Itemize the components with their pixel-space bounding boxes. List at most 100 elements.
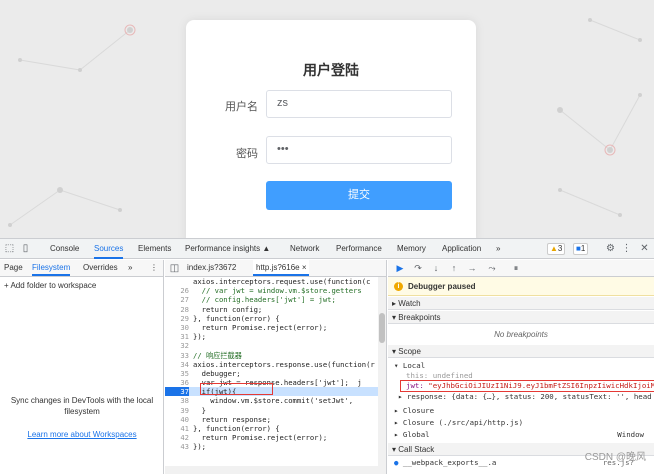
navigator-menu-icon[interactable]: ⋮ [150, 260, 158, 276]
scope-global[interactable]: ▸ Global Window [388, 430, 654, 440]
line-number[interactable]: 43 [165, 442, 189, 451]
no-breakpoints-text: No breakpoints [494, 330, 548, 339]
messages-badge[interactable]: ■1 [573, 243, 589, 255]
code-line[interactable]: 31}); [165, 332, 379, 341]
line-number[interactable]: 28 [165, 305, 189, 314]
code-text: axios.interceptors.response.use(function… [193, 359, 375, 369]
line-number[interactable]: 33 [165, 351, 189, 360]
step-out-icon[interactable]: ↑ [448, 262, 460, 274]
code-line[interactable]: 42 return Promise.reject(error); [165, 433, 379, 442]
line-number[interactable]: 42 [165, 433, 189, 442]
code-line[interactable]: 43}); [165, 442, 379, 451]
warning-icon: ▲ [550, 244, 558, 253]
tab-sources[interactable]: Sources [94, 239, 124, 259]
inspect-element-icon[interactable]: ⬚ [3, 242, 16, 255]
step-over-icon[interactable]: ↷ [412, 262, 424, 274]
editor-tab-index-js[interactable]: index.js?3672 [187, 260, 236, 276]
toggle-navigator-icon[interactable]: ◫ [168, 262, 181, 275]
scope-closure[interactable]: ▸ Closure [388, 406, 654, 416]
editor-tab-http-js[interactable]: http.js?616e × [253, 260, 310, 276]
scope-local[interactable]: ▾ Local [388, 361, 654, 371]
debugger-paused-banner: i Debugger paused [388, 277, 654, 296]
tab-network[interactable]: Network [290, 239, 319, 259]
line-number[interactable]: 27 [165, 295, 189, 304]
line-number[interactable]: 31 [165, 332, 189, 341]
code-line[interactable]: 29 }, function(error) { [165, 314, 379, 323]
code-line[interactable]: 36 var jwt = response.headers['jwt']; j [165, 378, 379, 387]
deactivate-breakpoints-icon[interactable]: ⤳ [486, 262, 498, 274]
line-number[interactable]: 39 [165, 406, 189, 415]
code-line[interactable]: 37 if(jwt){ [165, 387, 379, 397]
scope-section-header[interactable]: ▾ Scope [388, 345, 654, 358]
scope-jwt-row[interactable]: jwt: "eyJhbGciOiJIUzI1NiJ9.eyJ1bmFtZSI6I… [388, 381, 654, 391]
tab-elements[interactable]: Elements [138, 239, 171, 259]
line-number[interactable]: 37 [165, 387, 189, 397]
nav-tab-filesystem[interactable]: Filesystem [32, 260, 71, 276]
pause-on-exceptions-icon[interactable]: ⏸ [510, 262, 522, 274]
line-number[interactable]: 34 [165, 360, 189, 369]
code-text: }); [193, 332, 206, 342]
step-icon[interactable]: → [466, 262, 478, 274]
code-line[interactable]: 39 } [165, 406, 379, 415]
tab-console[interactable]: Console [50, 239, 79, 259]
code-line[interactable]: 30 return Promise.reject(error); [165, 323, 379, 332]
tab-performance-insights[interactable]: Performance insights ▲ [185, 239, 270, 259]
watch-label: Watch [398, 299, 421, 308]
device-toolbar-icon[interactable]: ▯ [19, 242, 32, 255]
tab-memory[interactable]: Memory [397, 239, 426, 259]
line-number[interactable]: 35 [165, 369, 189, 378]
line-number[interactable]: 40 [165, 415, 189, 424]
watch-section-header[interactable]: ▸ Watch [388, 297, 654, 310]
code-line[interactable]: 26 // var jwt = window.vm.$store.getters [165, 286, 379, 295]
scrollbar-thumb[interactable] [379, 313, 385, 343]
tab-performance[interactable]: Performance [336, 239, 382, 259]
code-line[interactable]: 32 [165, 341, 379, 350]
code-area[interactable]: axios.interceptors.request.use(function(… [165, 277, 379, 466]
username-input[interactable]: zs [266, 90, 452, 118]
nav-tab-page[interactable]: Page [4, 260, 23, 276]
code-line[interactable]: 38 window.vm.$store.commit('setJwt', [165, 396, 379, 405]
line-number[interactable]: 29 [165, 314, 189, 323]
resume-icon[interactable]: ▶ [394, 262, 406, 274]
line-number[interactable]: 36 [165, 378, 189, 387]
code-line[interactable]: 35 debugger; [165, 369, 379, 378]
code-line[interactable]: 28 return config; [165, 305, 379, 314]
add-folder-button[interactable]: + Add folder to workspace [4, 281, 96, 290]
call-stack-label: Call Stack [398, 445, 435, 454]
line-number[interactable]: 26 [165, 286, 189, 295]
close-devtools-icon[interactable]: ✕ [638, 242, 651, 255]
code-line[interactable]: axios.interceptors.request.use(function(… [165, 277, 379, 286]
login-title: 用户登陆 [303, 62, 359, 78]
code-line[interactable]: 41}, function(error) { [165, 424, 379, 433]
nav-tab-overrides[interactable]: Overrides [83, 260, 118, 276]
settings-gear-icon[interactable]: ⚙ [604, 242, 617, 255]
scope-closure-http[interactable]: ▸ Closure (./src/api/http.js) [388, 418, 654, 428]
line-number[interactable]: 32 [165, 341, 189, 350]
code-text: } [193, 405, 206, 415]
username-label: 用户名 [225, 101, 258, 113]
devtools-toolbar: ⬚ ▯ Console Sources Elements Performance… [0, 239, 654, 259]
code-line[interactable]: 34 axios.interceptors.response.use(functi… [165, 360, 379, 369]
warnings-badge[interactable]: ▲3 [547, 243, 566, 255]
learn-workspaces-link[interactable]: Learn more about Workspaces [10, 430, 154, 439]
tab-application[interactable]: Application [442, 239, 481, 259]
code-line[interactable]: 40 return response; [165, 415, 379, 424]
editor-vertical-scrollbar[interactable] [378, 277, 386, 466]
code-text: }, function(error) { [193, 313, 280, 323]
code-line[interactable]: 33 // 响应拦截器 [165, 351, 379, 360]
nav-more-button[interactable]: » [128, 260, 132, 276]
code-text: // var jwt = window.vm.$store.getters [193, 286, 362, 296]
submit-button[interactable]: 提交 [266, 181, 452, 210]
scope-response-row[interactable]: ▸ response: {data: {…}, status: 200, sta… [388, 392, 654, 402]
code-line[interactable]: 27 // config.headers['jwt'] = jwt; [165, 295, 379, 304]
more-options-icon[interactable]: ⋮ [620, 242, 633, 255]
code-text: return Promise.reject(error); [193, 322, 328, 332]
breakpoints-section-header[interactable]: ▾ Breakpoints [388, 311, 654, 324]
code-text: debugger; [193, 368, 241, 378]
step-into-icon[interactable]: ↓ [430, 262, 442, 274]
password-input[interactable]: ••• [266, 136, 452, 164]
line-number[interactable]: 41 [165, 424, 189, 433]
more-tabs-button[interactable]: » [496, 239, 500, 259]
line-number[interactable]: 38 [165, 396, 189, 405]
line-number[interactable]: 30 [165, 323, 189, 332]
